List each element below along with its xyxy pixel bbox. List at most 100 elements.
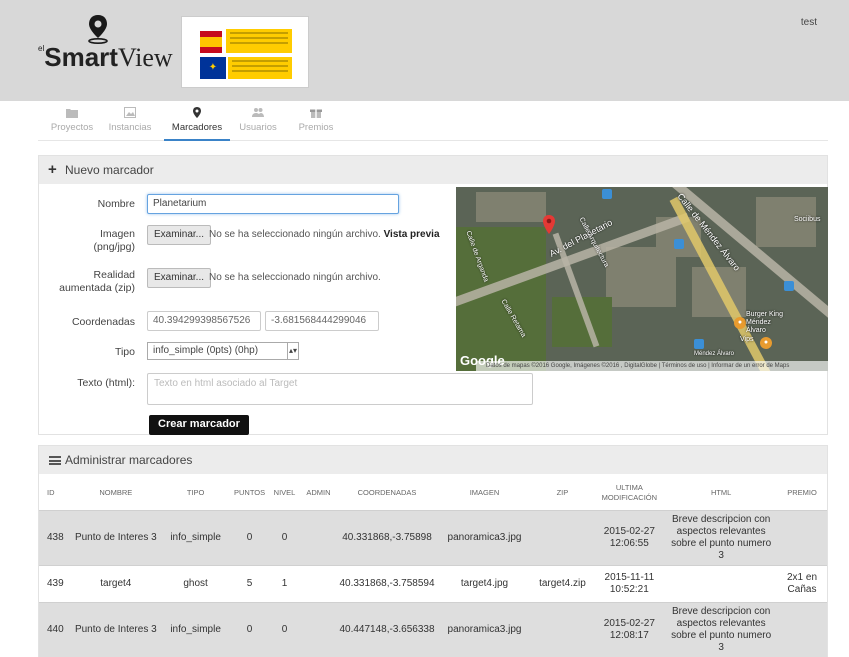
cell-nivel: 0 [268,509,301,565]
cell-imagen: panoramica3.jpg [437,601,532,657]
cell-modificacion: 2015-02-27 12:08:17 [593,601,666,657]
tab-instancias[interactable]: Instancias [104,107,156,141]
cell-puntos: 0 [230,601,269,657]
tab-usuarios[interactable]: Usuarios [234,107,282,141]
cell-nivel: 1 [268,564,301,602]
table-header-row: ID NOMBRE TIPO PUNTOS NIVEL ADMIN COORDE… [39,476,827,510]
column-header[interactable]: ID [39,476,71,510]
imagen-file-status: No se ha seleccionado ningún archivo. Vi… [209,229,440,240]
logo-wordmark: elSmartView [38,42,173,72]
nombre-input[interactable]: Planetarium [147,194,399,214]
cell-nivel: 0 [268,601,301,657]
ministry-logo [226,29,292,53]
cell-coordenadas: 40.331868,-3.758594 [336,564,438,602]
tipo-select[interactable]: info_simple (0pts) (0hp) ▴▾ [147,342,299,360]
plus-icon: + [48,161,57,178]
image-icon [124,107,136,118]
map-poi-label: Burger King Méndez Álvaro [746,311,783,334]
eu-flag-icon: ✦ [200,57,226,79]
tab-proyectos[interactable]: Proyectos [48,107,96,141]
app-header: elSmartView ✦ test [0,0,849,101]
smartview-logo[interactable]: elSmartView [38,14,178,74]
column-header[interactable]: PUNTOS [231,476,269,510]
map-poi-icon[interactable] [694,339,704,349]
location-map[interactable]: Av. del Planetario Calle de Méndez Álvar… [456,187,828,371]
column-header[interactable]: ULTIMA MODIFICACIÓN [593,476,665,510]
main-tabs: Proyectos Instancias Marcadores Usuarios… [38,101,828,141]
markers-table: ID NOMBRE TIPO PUNTOS NIVEL ADMIN COORDE… [39,476,827,657]
coordenadas-label: Coordenadas [71,316,135,328]
map-attribution[interactable]: Datos de mapas ©2016 Google, Imágenes ©2… [476,361,828,371]
cell-zip [531,601,594,657]
tab-marcadores[interactable]: Marcadores [164,107,230,141]
cell-premio [777,509,827,565]
crear-marcador-button[interactable]: Crear marcador [149,415,249,435]
map-poi-icon[interactable] [602,189,612,199]
map-marker-icon[interactable] [542,215,556,235]
column-header[interactable]: NOMBRE [71,476,161,510]
texto-label: Texto (html): [77,377,135,389]
folder-icon [66,109,78,118]
cell-puntos: 5 [230,564,269,602]
column-header[interactable]: ADMIN [301,476,337,510]
cell-coordenadas: 40.331868,-3.75898 [336,509,438,565]
cell-imagen: panoramica3.jpg [437,509,532,565]
cell-coordenadas: 40.447148,-3.656338 [336,601,438,657]
cell-modificacion: 2015-02-27 12:06:55 [593,509,666,565]
cell-admin [300,601,337,657]
new-marker-panel: + Nuevo marcador Nombre Planetarium Imag… [38,155,828,435]
cell-imagen: target4.jpg [437,564,532,602]
column-header[interactable]: IMAGEN [438,476,532,510]
cell-admin [300,564,337,602]
cell-puntos: 0 [230,509,269,565]
column-header[interactable]: TIPO [161,476,231,510]
map-poi-icon[interactable] [784,281,794,291]
texto-html-textarea[interactable]: Texto en html asociado al Target [147,373,533,405]
imagen-browse-button[interactable]: Examinar... [147,225,212,245]
ra-file-status: No se ha seleccionado ningún archivo. [209,272,381,283]
column-header[interactable]: NIVEL [269,476,301,510]
column-header[interactable]: COORDENADAS [336,476,437,510]
cell-nombre: Punto de Interes 3 [70,601,161,657]
logo-pin-icon [88,15,108,44]
spain-coat-of-arms-icon [200,31,222,53]
new-marker-header: + Nuevo marcador [39,156,827,184]
ra-label: Realidad aumentada (zip) [59,269,135,294]
ra-browse-button[interactable]: Examinar... [147,268,212,288]
latitude-input[interactable]: 40.394299398567526 [147,311,261,331]
user-menu[interactable]: test [801,17,817,28]
restaurant-icon[interactable]: ● [734,317,746,329]
nombre-label: Nombre [97,198,135,210]
restaurant-icon[interactable]: ● [760,337,772,349]
cell-zip: target4.zip [531,564,594,602]
cell-html: Breve descripcion con aspectos relevante… [665,509,777,565]
column-header[interactable]: HTML [665,476,777,510]
table-row[interactable]: 439 target4 ghost 5 1 40.331868,-3.75859… [39,564,827,602]
cell-id: 438 [39,509,71,565]
vista-previa-link[interactable]: Vista previa [384,229,440,240]
eu-funding-logo: ✦ [181,16,309,88]
map-poi-icon[interactable] [674,239,684,249]
list-icon [49,456,61,465]
cell-admin [300,509,337,565]
cell-zip [531,509,594,565]
map-pin-icon [193,107,201,118]
cell-premio [777,601,827,657]
eu-fund-logo [228,57,292,79]
tab-premios[interactable]: Premios [294,107,338,141]
cell-tipo: ghost [160,564,231,602]
cell-html: Breve descripcion con aspectos relevante… [665,601,777,657]
cell-id: 440 [39,601,71,657]
tipo-label: Tipo [114,346,135,358]
column-header[interactable]: PREMIO [777,476,827,510]
manage-markers-panel: Administrar marcadores ID NOMBRE TIPO PU… [38,445,828,657]
map-poi-label: Sociibus [794,216,821,223]
cell-nombre: Punto de Interes 3 [70,509,161,565]
table-row[interactable]: 438 Punto de Interes 3 info_simple 0 0 4… [39,509,827,565]
column-header[interactable]: ZIP [531,476,593,510]
users-icon [252,108,264,117]
longitude-input[interactable]: -3.681568444299046 [265,311,379,331]
table-row[interactable]: 440 Punto de Interes 3 info_simple 0 0 4… [39,601,827,657]
cell-modificacion: 2015-11-11 10:52:21 [593,564,666,602]
cell-premio: 2x1 en Cañas [777,564,827,602]
